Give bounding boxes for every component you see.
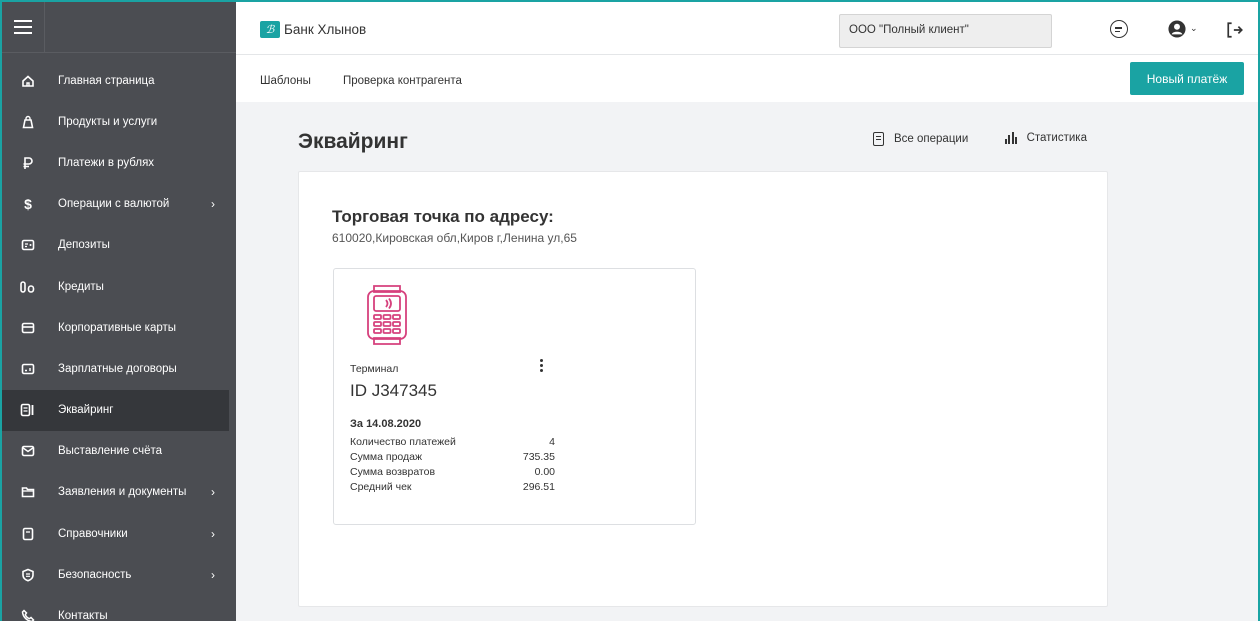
terminal-card[interactable]: Терминал ID J347345 За 14.08.2020 Количе… <box>333 268 696 525</box>
acquiring-icon <box>20 402 36 418</box>
terminal-date: За 14.08.2020 <box>350 418 422 430</box>
stat-row: Количество платежей 4 <box>350 435 555 450</box>
sidebar-item-label: Платежи в рублях <box>58 156 155 169</box>
sidebar-item-label: Главная страница <box>58 74 155 87</box>
sidebar-item-label: Продукты и услуги <box>58 115 158 128</box>
dollar-icon: $ <box>24 196 32 213</box>
sidebar-item-label: Эквайринг <box>58 404 114 417</box>
deposit-icon <box>20 237 36 253</box>
stat-label: Количество платежей <box>350 436 456 448</box>
stat-value: 0.00 <box>534 466 555 478</box>
sidebar-item[interactable]: Депозиты <box>2 225 236 266</box>
sidebar-item-label: Корпоративные карты <box>58 321 177 334</box>
terminal-kind: Терминал <box>350 363 399 375</box>
top-header: ℬ Банк Хлынов ООО "Полный клиент" ⌄ <box>236 2 1258 55</box>
sidebar-item[interactable]: Кредиты <box>2 266 236 307</box>
page-title: Эквайринг <box>298 130 408 153</box>
credit-icon <box>20 279 36 295</box>
stat-row: Сумма возвратов 0.00 <box>350 465 555 480</box>
sidebar-item[interactable]: Эквайринг <box>2 389 229 431</box>
logout-icon[interactable] <box>1226 21 1244 39</box>
folder-icon <box>20 484 36 500</box>
salary-icon <box>20 361 36 377</box>
bank-logo[interactable]: ℬ Банк Хлынов <box>260 21 366 38</box>
bank-logo-icon: ℬ <box>260 21 280 38</box>
user-icon[interactable] <box>1168 20 1186 38</box>
new-payment-button[interactable]: Новый платёж <box>1130 62 1244 95</box>
divider <box>2 52 236 53</box>
sidebar-item[interactable]: Главная страница <box>2 60 236 101</box>
chevron-down-icon[interactable]: ⌄ <box>1190 23 1198 34</box>
sidebar-item[interactable]: Справочники › <box>2 513 236 554</box>
stat-value: 4 <box>549 436 555 448</box>
sidebar-item[interactable]: Платежи в рублях <box>2 142 236 183</box>
shield-icon <box>20 567 36 583</box>
stat-value: 296.51 <box>522 481 555 493</box>
statistics-icon <box>1005 132 1019 144</box>
templates-link[interactable]: Шаблоны <box>260 75 311 87</box>
sidebar-item-label: Операции с валютой <box>58 198 170 211</box>
divider <box>44 2 45 52</box>
more-vertical-icon[interactable] <box>540 359 544 374</box>
bank-name: Банк Хлынов <box>284 22 367 37</box>
ruble-icon <box>20 155 36 171</box>
all-operations-link[interactable]: Все операции <box>873 132 968 146</box>
sidebar-item[interactable]: Корпоративные карты <box>2 307 236 348</box>
merchant-point-card: Торговая точка по адресу: 610020,Кировск… <box>298 171 1108 607</box>
sidebar-item[interactable]: Заявления и документы › <box>2 472 236 513</box>
home-icon <box>20 73 36 89</box>
sidebar-item[interactable]: $ Операции с валютой › <box>2 184 236 225</box>
sidebar-item-label: Зарплатные договоры <box>58 362 177 375</box>
sidebar-item-label: Заявления и документы <box>58 486 187 499</box>
statistics-link[interactable]: Статистика <box>1005 132 1087 144</box>
stat-row: Средний чек 296.51 <box>350 480 555 495</box>
stat-row: Сумма продаж 735.35 <box>350 450 555 465</box>
statistics-label: Статистика <box>1026 132 1087 144</box>
stat-label: Сумма продаж <box>350 451 423 463</box>
card-icon <box>20 320 36 336</box>
main-content: Эквайринг Все операции Статистика Торгов… <box>236 102 1258 621</box>
terminal-stats: Количество платежей 4 Сумма продаж 735.35 Су… <box>350 435 555 495</box>
sidebar-item[interactable]: Выставление счёта <box>2 431 236 472</box>
sidebar-item-label: Депозиты <box>58 239 110 252</box>
point-address: 610020,Кировская обл,Киров г,Ленина ул,6… <box>332 231 577 245</box>
sidebar-list: Главная страница Продукты и услуги Платежи… <box>2 60 236 621</box>
bag-icon <box>20 114 36 130</box>
all-operations-label: Все операции <box>894 133 969 145</box>
menu-icon[interactable] <box>14 20 32 34</box>
sidebar-item-label: Выставление счёта <box>58 445 163 458</box>
sidebar-item-label: Кредиты <box>58 280 104 293</box>
chat-icon[interactable] <box>1110 20 1128 38</box>
chevron-right-icon: › <box>211 485 215 500</box>
point-title: Торговая точка по адресу: <box>332 207 554 226</box>
sidebar-item[interactable]: Зарплатные договоры <box>2 348 236 389</box>
stat-label: Сумма возвратов <box>350 466 436 478</box>
sidebar-item-label: Справочники <box>58 527 128 540</box>
terminal-id: ID J347345 <box>350 381 437 400</box>
client-select[interactable]: ООО "Полный клиент" <box>839 14 1052 48</box>
sub-navigation: Шаблоны Проверка контрагента Новый платё… <box>236 55 1258 102</box>
phone-icon <box>20 608 36 621</box>
app-frame: Главная страница Продукты и услуги Платежи… <box>0 0 1260 621</box>
chevron-right-icon: › <box>211 567 215 582</box>
chevron-right-icon: › <box>211 526 215 541</box>
sidebar-item[interactable]: Контакты <box>2 595 236 621</box>
stat-label: Средний чек <box>350 481 412 493</box>
document-icon <box>873 132 884 146</box>
sidebar-item[interactable]: Продукты и услуги <box>2 101 236 142</box>
invoice-icon <box>20 443 36 459</box>
counterparty-check-link[interactable]: Проверка контрагента <box>343 75 462 87</box>
book-icon <box>20 526 36 542</box>
pos-terminal-icon <box>367 285 407 345</box>
chevron-right-icon: › <box>211 197 215 212</box>
sidebar-item-label: Безопасность <box>58 568 132 581</box>
sidebar-item-label: Контакты <box>58 610 108 621</box>
stat-value: 735.35 <box>522 451 555 463</box>
sidebar-item[interactable]: Безопасность › <box>2 554 236 595</box>
sidebar: Главная страница Продукты и услуги Платежи… <box>2 2 236 621</box>
